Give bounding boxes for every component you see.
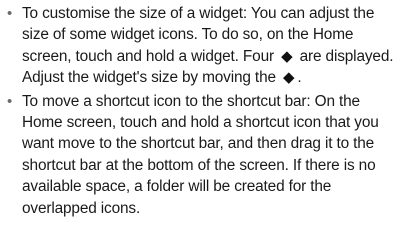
document-page: • To customise the size of a widget: You… <box>0 0 407 242</box>
bullet-marker: • <box>7 5 13 22</box>
bullet-marker: • <box>7 92 13 110</box>
tip-text: . <box>297 69 302 87</box>
resize-handle-icon: ◆ <box>283 69 295 87</box>
resize-handle-icon: ◆ <box>281 47 293 65</box>
tip-text: To move a shortcut icon to the shortcut … <box>22 92 379 217</box>
tip-widget-size: • To customise the size of a widget: You… <box>7 3 399 89</box>
tip-shortcut-bar: • To move a shortcut icon to the shortcu… <box>7 91 399 219</box>
